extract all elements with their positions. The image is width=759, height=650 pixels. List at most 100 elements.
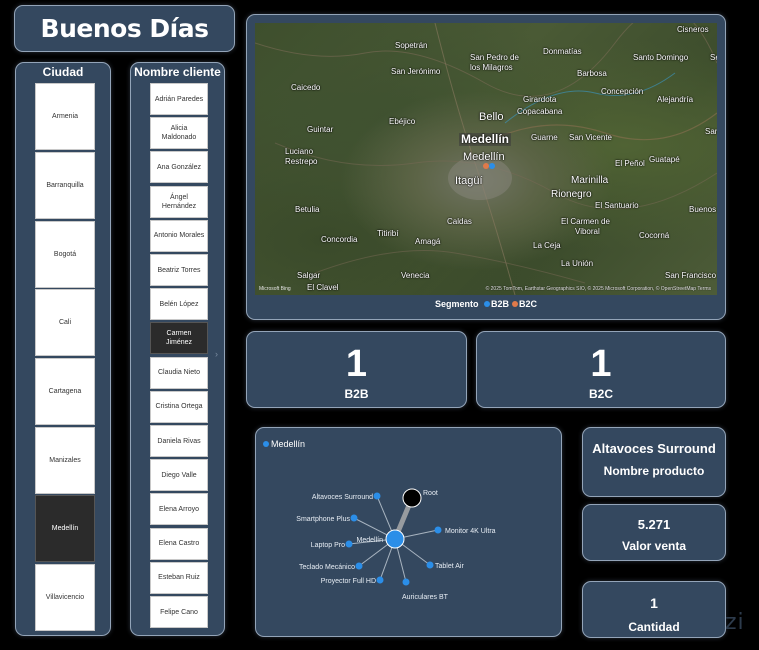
client-slicer-item[interactable]: Ángel Hernández [150,185,208,218]
map-place-label: Salgar [297,271,321,280]
legend-dot-b2c [512,301,519,307]
tree-center-node[interactable] [385,529,405,549]
map-place-label: Viboral [575,227,600,236]
city-slicer-item[interactable]: Bogotá [35,221,95,288]
map-place-label: Cisneros [677,25,709,34]
map-place-label: Venecia [401,271,430,280]
tree-legend-dot [263,441,269,447]
client-slicer-item[interactable]: Daniela Rivas [150,425,208,457]
tree-root-node[interactable] [402,488,422,508]
client-slicer-item[interactable]: Cristina Ortega [150,390,208,423]
client-slicer-item[interactable]: Carmen Jiménez [150,322,208,355]
tree-leaf-node[interactable] [376,576,384,584]
product-tree-svg[interactable]: Medellín Altavoces Surround Smartphone Plu… [256,428,563,638]
kpi-b2c-label: B2C [588,387,613,401]
tree-leaf-label: Auriculares BT [402,594,449,601]
map-place-label: Cocorná [639,231,670,240]
kpi-qty-label: Cantidad [628,620,680,634]
tree-leaf-label: Tablet Air [435,563,464,570]
city-slicer-item[interactable]: Armenia [35,83,95,150]
tree-leaf-node[interactable] [426,561,434,569]
map-place-label: San [705,127,717,136]
map-place-label: Buenos A [689,205,717,214]
client-slicer-item[interactable]: Elena Castro [150,527,208,560]
kpi-card-sales: 5.271 Valor venta [582,504,726,561]
kpi-sales-value: 5.271 [637,517,671,532]
client-slicer-item[interactable]: Alicia Maldonado [150,117,208,150]
map-place-label: Se [710,53,717,62]
map-place-label: Caldas [447,217,472,226]
tree-leaf-label: Altavoces Surround [312,494,373,501]
legend-label-b2b[interactable]: B2B [491,299,509,309]
map-place-label: Copacabana [517,107,563,116]
client-slicer-item[interactable]: Felipe Cano [150,596,208,628]
client-slicer-item[interactable]: Beatriz Torres [150,254,208,286]
map-place-label: Guintar [307,125,334,134]
client-slicer-item[interactable]: Antonio Morales [150,219,208,252]
tree-leaf-label: Monitor 4K Ultra [445,528,496,535]
map-place-label: Restrepo [285,157,318,166]
legend-label-b2c[interactable]: B2C [519,299,537,309]
map-place-label: Luciano [285,147,314,156]
client-slicer-item[interactable]: Esteban Ruiz [150,561,208,594]
chevron-right-icon[interactable]: › [215,349,218,359]
map-brand: Microsoft Bing [259,286,291,292]
kpi-qty-value: 1 [650,595,658,611]
kpi-product-label: Nombre producto [603,464,705,478]
map-legend-title: Segmento [434,299,479,309]
tree-leaf-label: Proyector Full HD [321,578,376,585]
map-place-label: San Vicente [569,133,612,142]
kpi-product-value: Altavoces Surround [592,441,716,456]
tree-root-label: Root [423,490,438,497]
tree-leaf-node[interactable] [355,562,363,570]
map-place-label: El Peñol [615,159,645,168]
watermark: zi [725,610,745,635]
map-place-label: Alejandría [657,95,694,104]
map-canvas[interactable]: Cisneros Sopetrán Donmatías San Pedro de los… [255,23,717,295]
map-visual: Cisneros Sopetrán Donmatías San Pedro de los… [246,14,726,320]
map-place-label: El Clavel [307,283,339,292]
greeting-text: Buenos Días [40,14,209,43]
tree-leaf-label: Smartphone Plus [296,516,350,523]
kpi-b2b-value: 1 [345,343,368,385]
map-place-label: La Ceja [533,241,561,250]
client-slicer-item[interactable]: Ana González [150,151,208,184]
city-slicer-item[interactable]: Cali [35,289,95,356]
client-slicer-header: Nombre cliente [134,65,221,79]
client-slicer-item[interactable]: Adrián Paredes [150,83,208,115]
map-place-label: Concordia [321,235,358,244]
client-slicer: Nombre cliente Adrián Paredes Alicia Mald… [130,62,225,636]
map-point-b2b[interactable] [489,163,495,169]
tree-leaf-label: Laptop Pro [311,542,345,549]
map-place-label: San Francisco [665,271,717,280]
client-slicer-item[interactable]: Elena Arroyo [150,493,208,526]
map-place-label: San Jerónimo [391,67,441,76]
tree-leaf-node[interactable] [345,540,353,548]
tree-leaf-node[interactable] [373,492,381,500]
map-place-label: Marinilla [571,175,609,186]
map-place-label: los Milagros [470,63,513,72]
city-slicer-item[interactable]: Medellín [35,495,95,562]
map-place-label: El Santuario [595,201,639,210]
tree-center-label: Medellín [357,537,384,544]
city-slicer-item[interactable]: Cartagena [35,358,95,425]
city-slicer-item[interactable]: Manizales [35,427,95,494]
map-place-label: Girardota [523,95,557,104]
map-place-label: Medellín [459,132,512,146]
client-slicer-item[interactable]: Belén López [150,288,208,321]
tree-leaf-node[interactable] [402,578,410,586]
city-slicer-item[interactable]: Villavicencio [35,564,95,631]
client-slicer-item[interactable]: Diego Valle [150,459,208,492]
map-place-label: San Pedro de [470,53,519,62]
client-slicer-item[interactable]: Claudia Nieto [150,356,208,389]
city-slicer-item[interactable]: Barranquilla [35,152,95,219]
kpi-b2b-label: B2B [344,387,369,401]
city-slicer-header: Ciudad [42,65,84,79]
map-place-label: Caicedo [291,83,321,92]
tree-leaf-node[interactable] [434,526,442,534]
tree-leaf-node[interactable] [350,514,358,522]
kpi-b2c-value: 1 [590,343,612,385]
product-tree-visual: Medellín Altavoces Surround Smartphone Plu… [255,427,562,637]
map-place-label: Barbosa [577,69,607,78]
map-place-label: Betulia [295,205,320,214]
